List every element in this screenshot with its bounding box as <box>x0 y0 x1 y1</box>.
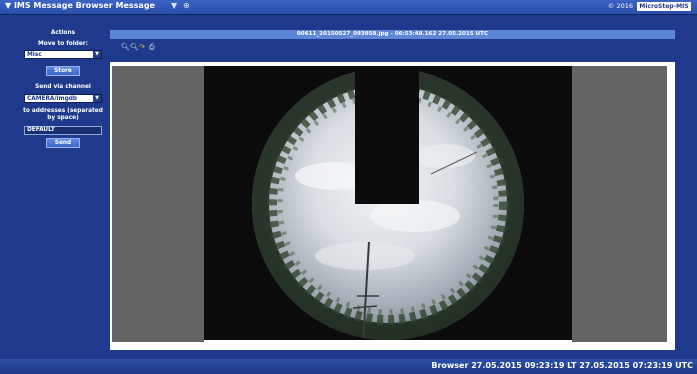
brand-logo: MicroStep-MIS <box>637 2 691 11</box>
address-input[interactable]: DEFAULT <box>24 126 102 135</box>
viewer-margin-right <box>572 66 667 342</box>
status-bar: Browser 27.05.2015 09:23:19 LT 27.05.201… <box>0 359 697 374</box>
addresses-label: to addresses (separated by space) <box>23 108 103 121</box>
print-icon[interactable]: ⎙ <box>149 43 155 51</box>
zoom-in-icon[interactable]: 🔍︎ <box>121 43 130 51</box>
folder-select-value: Misc <box>27 52 42 58</box>
status-clock: Browser 27.05.2015 09:23:19 LT 27.05.201… <box>431 361 693 370</box>
image-filename-bar: 00611_20150527_093858.jpg - 06:53:48.162… <box>110 30 675 39</box>
chevron-down-icon: ▼ <box>93 51 101 58</box>
actions-panel: Actions Move to folder: Misc ▼ Store Sen… <box>20 27 106 154</box>
send-button[interactable]: Send <box>46 138 80 148</box>
app-title: ▼ IMS Message Browser Message <box>5 1 155 10</box>
actions-heading: Actions <box>50 30 76 36</box>
viewer-margin-left <box>112 66 204 342</box>
channel-select-value: CAMERA/imgdb <box>27 96 78 102</box>
store-button[interactable]: Store <box>46 66 80 76</box>
send-via-channel-label: Send via channel <box>35 84 91 90</box>
copyright-text: © 2016 <box>607 2 633 10</box>
zoom-out-icon[interactable]: 🔍︎ <box>130 43 139 51</box>
add-tab-icon[interactable]: ⊕ <box>183 1 190 10</box>
title-bar: ▼ IMS Message Browser Message ▼ ⊕ © 2016… <box>0 0 697 15</box>
channel-select[interactable]: CAMERA/imgdb ▼ <box>24 94 102 103</box>
rotate-icon[interactable]: ↷ <box>139 43 145 51</box>
tab-dropdown-icon[interactable]: ▼ <box>171 1 177 10</box>
folder-select[interactable]: Misc ▼ <box>24 50 102 59</box>
move-to-folder-label: Move to folder: <box>37 41 88 47</box>
fisheye-sky-photo <box>252 66 524 340</box>
chevron-down-icon: ▼ <box>93 95 101 102</box>
